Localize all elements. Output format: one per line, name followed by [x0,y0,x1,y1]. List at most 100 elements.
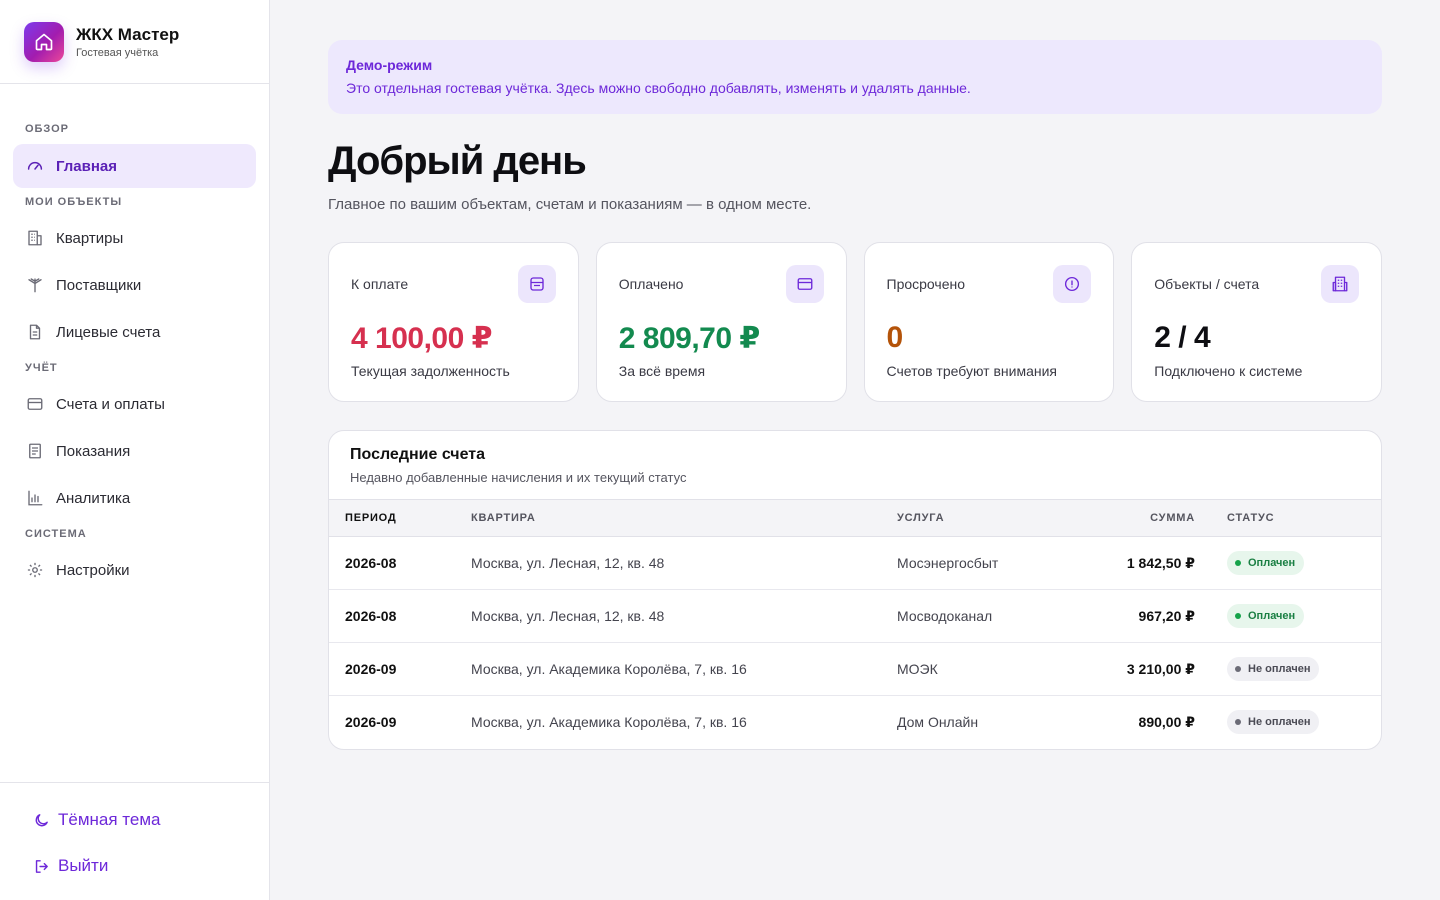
bar-chart-icon [26,489,44,507]
status-label: Не оплачен [1248,716,1311,729]
sidebar-item-label: Главная [56,157,118,175]
home-icon[interactable] [24,21,64,62]
card-note: Счетов требуют внимания [886,363,1058,379]
card-value: 2 809,70 ₽ [618,322,761,355]
card-label: Объекты / счета [1154,276,1260,292]
cell-sum: 967,20 ₽ [1062,589,1195,643]
gauge-icon [26,157,44,175]
column-header-status[interactable]: СТАТУС [1195,499,1381,537]
page-title: Добрый день [328,139,587,183]
credit-card-icon [785,265,824,303]
sidebar-item-readings[interactable]: Показания [13,429,256,473]
card-objects[interactable]: Объекты / счета 2 / 4 Подключено к систе… [1131,242,1382,402]
card-label: Оплачено [618,276,684,292]
sidebar-item-label: Аналитика [56,489,131,507]
card-label: Просрочено [886,276,966,292]
column-header-period[interactable]: ПЕРИОД [329,499,471,537]
page-subtitle: Главное по вашим объектам, счетам и пока… [328,196,812,213]
meter-readings-icon [26,442,44,460]
card-note: За всё время [618,363,706,379]
gear-icon [26,561,44,579]
sidebar-item-bills[interactable]: Счета и оплаты [13,382,256,426]
sidebar-item-analytics[interactable]: Аналитика [13,476,256,520]
cell-sum: 890,00 ₽ [1138,713,1195,730]
sidebar-item-label: Лицевые счета [56,323,161,341]
cell-period: 2026-09 [345,714,397,731]
card-value: 2 / 4 [1154,321,1211,354]
cell-period: 2026-09 [329,642,471,696]
cell-service: Мосводоканал [897,589,1062,643]
card-note: Текущая задолженность [351,363,510,379]
document-icon [26,323,44,341]
card-label: К оплате [351,276,409,292]
status-label: Оплачен [1248,557,1296,569]
demo-banner-title: Демо-режим [346,57,433,73]
status-badge: Не оплачен [1227,657,1320,681]
cell-flat: Москва, ул. Академика Королёва, 7, кв. 1… [471,642,897,696]
sidebar-nav: ОБЗОР Главная МОИ ОБЪЕКТЫ Квартиры Поста… [0,84,269,592]
cell-sum: 1 842,50 ₽ [1062,536,1195,590]
status-label: Не оплачен [1248,663,1311,675]
status-dot-icon [1235,560,1241,566]
cell-service: Дом Онлайн [897,714,979,731]
nav-section-system: СИСТЕМА [25,528,87,540]
column-header-service[interactable]: УСЛУГА [897,499,1062,537]
cell-flat: Москва, ул. Академика Королёва, 7, кв. 1… [471,714,747,731]
cell-period: 2026-08 [329,589,471,643]
sidebar-item-flats[interactable]: Квартиры [13,216,256,260]
demo-banner-text: Это отдельная гостевая учётка. Здесь мож… [346,80,971,96]
dark-theme-toggle[interactable]: Тёмная тема [32,797,249,843]
recent-bills-subtitle: Недавно добавленные начисления и их теку… [350,470,687,485]
app-subtitle: Гостевая учётка [76,46,159,59]
app-title: ЖКХ Мастер [76,24,180,44]
summary-cards: К оплате 4 100,00 ₽ Текущая задолженност… [328,242,1382,402]
moon-icon [32,811,50,829]
status-badge: Оплачен [1227,604,1305,628]
sidebar-item-home[interactable]: Главная [13,144,256,188]
credit-card-icon [26,395,44,413]
brand: ЖКХ Мастер Гостевая учётка [0,0,269,84]
cell-flat: Москва, ул. Лесная, 12, кв. 48 [471,589,897,643]
column-header-flat[interactable]: КВАРТИРА [471,499,897,537]
card-to-pay[interactable]: К оплате 4 100,00 ₽ Текущая задолженност… [328,242,579,402]
sidebar-item-label: Настройки [56,561,130,579]
sidebar-item-label: Счета и оплаты [56,395,165,413]
building-icon [1321,265,1359,303]
sidebar-item-label: Поставщики [56,276,142,294]
sidebar-item-providers[interactable]: Поставщики [13,263,256,307]
cell-service: МОЭК [897,642,1062,696]
nav-section-objects: МОИ ОБЪЕКТЫ [25,196,123,208]
table-row[interactable]: 2026-09 Москва, ул. Академика Королёва, … [329,696,1381,749]
bills-table: ПЕРИОД КВАРТИРА УСЛУГА СУММА СТАТУС 2026… [329,499,1381,749]
dark-theme-label: Тёмная тема [58,810,161,829]
card-value: 4 100,00 ₽ [351,322,493,355]
status-dot-icon [1235,719,1241,726]
main-content: Демо-режим Это отдельная гостевая учётка… [328,40,1382,750]
table-header-row: ПЕРИОД КВАРТИРА УСЛУГА СУММА СТАТУС [329,499,1381,537]
wallet-icon [517,265,556,303]
logout-label: Выйти [58,856,109,875]
logout-icon [32,857,50,875]
sidebar-item-label: Квартиры [56,229,124,247]
cell-sum: 3 210,00 ₽ [1062,642,1195,696]
column-header-sum[interactable]: СУММА [1062,499,1195,537]
status-dot-icon [1235,666,1241,672]
nav-section-accounting: УЧЁТ [25,362,58,374]
status-dot-icon [1235,613,1241,619]
card-overdue[interactable]: Просрочено 0 Счетов требуют внимания [863,242,1115,402]
table-row[interactable]: 2026-09 Москва, ул. Академика Королёва, … [329,642,1381,696]
table-row[interactable]: 2026-08 Москва, ул. Лесная, 12, кв. 48 М… [329,589,1381,643]
cell-period: 2026-08 [329,536,471,590]
recent-bills-title: Последние счета [350,446,486,463]
logout-button[interactable]: Выйти [32,843,249,889]
sidebar: ЖКХ Мастер Гостевая учётка ОБЗОР Главная… [0,0,270,900]
antenna-icon [26,276,44,294]
building-icon [26,229,44,247]
card-paid[interactable]: Оплачено 2 809,70 ₽ За всё время [595,242,847,402]
status-badge: Оплачен [1227,551,1305,575]
table-row[interactable]: 2026-08 Москва, ул. Лесная, 12, кв. 48 М… [329,536,1381,590]
sidebar-item-accounts[interactable]: Лицевые счета [13,310,256,354]
sidebar-footer: Тёмная тема Выйти [0,782,269,900]
sidebar-item-settings[interactable]: Настройки [13,548,256,592]
cell-service: Мосэнергосбыт [897,536,1062,590]
